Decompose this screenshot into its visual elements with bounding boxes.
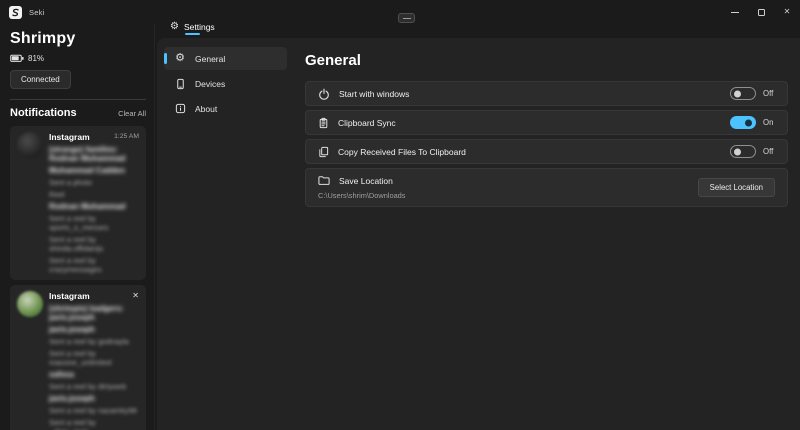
save-location-path: C:\Users\shrim\Downloads: [318, 191, 698, 200]
notification-line: Sent a reel by crazymessages: [49, 256, 139, 274]
active-tab-indicator: [185, 33, 200, 35]
settings-panel: ⚙ General Devices About General Start wi…: [157, 38, 800, 430]
battery-percent: 81%: [28, 54, 44, 63]
tab-bar: ⚙ Settings: [156, 0, 800, 38]
setting-label: Save Location: [339, 176, 393, 186]
sidebar-nav-item-about[interactable]: About: [164, 97, 287, 120]
gear-icon: ⚙: [174, 53, 186, 64]
toggle-switch[interactable]: [730, 145, 756, 158]
info-icon: [174, 103, 186, 114]
toggle-switch[interactable]: [730, 116, 756, 129]
settings-rows: Start with windows Off Clipboard Sync On…: [305, 81, 788, 207]
nav-item-label: About: [195, 104, 217, 114]
toggle-state-label: Off: [763, 89, 775, 98]
device-name: Shrimpy: [10, 30, 146, 48]
setting-row: Save Location C:\Users\shrim\Downloads S…: [305, 168, 788, 207]
setting-row-left: Clipboard Sync: [318, 117, 730, 129]
setting-label: Clipboard Sync: [338, 118, 396, 128]
notification-head: Instagram ✕: [49, 291, 139, 301]
notification-line: Muhammad Cadden: [49, 166, 139, 175]
setting-row-left: Save Location C:\Users\shrim\Downloads: [318, 175, 698, 200]
content-area: ⚙ Settings ⚙ General Devices About Gener…: [156, 0, 800, 430]
notification-body: Instagram 1:25 AM (strange) families: Ro…: [49, 132, 139, 274]
notification-line: javis.joseph: [49, 325, 139, 334]
clear-all-button[interactable]: Clear All: [118, 109, 146, 118]
notification-line: Reel: [49, 190, 139, 199]
avatar: [17, 132, 43, 158]
app-title: Seki: [29, 8, 44, 17]
notification-head: Instagram 1:25 AM: [49, 132, 139, 142]
tab-settings[interactable]: ⚙ Settings: [164, 19, 221, 35]
setting-row: Copy Received Files To Clipboard Off: [305, 139, 788, 164]
copy-icon: [318, 146, 329, 158]
notification-line: Sent a reel by shinda.offidanijs: [49, 235, 139, 253]
tab-settings-label: Settings: [184, 22, 215, 32]
notification-line: Sent a reel by dirtyweb: [49, 382, 139, 391]
selected-indicator: [164, 53, 167, 64]
notification-list: Instagram 1:25 AM (strange) families: Ro…: [10, 126, 146, 430]
phone-icon: [174, 78, 186, 90]
toggle-knob: [734, 90, 741, 97]
toggle-switch[interactable]: [730, 87, 756, 100]
notifications-title: Notifications: [10, 107, 77, 119]
seki-logo-icon: [9, 6, 22, 19]
page-title: General: [305, 52, 788, 69]
toggle-state-label: Off: [763, 147, 775, 156]
toggle-knob: [734, 148, 741, 155]
notification-line: Sent a reel by godnayla: [49, 337, 139, 346]
notification-line: Sent a reel by _chav_javis_: [49, 418, 139, 430]
notification-line: (strange) families: Rodnan Muhammad: [49, 145, 139, 163]
drag-handle[interactable]: [398, 13, 415, 23]
notification-card[interactable]: Instagram 1:25 AM (strange) families: Ro…: [10, 126, 146, 280]
power-icon: [318, 88, 330, 100]
setting-row-right: Off: [730, 145, 775, 158]
notification-line: Sent a reel by nazamky98: [49, 406, 139, 415]
setting-row: Start with windows Off: [305, 81, 788, 106]
settings-gear-icon: ⚙: [170, 22, 179, 32]
sidebar: Shrimpy 81% Connected Notifications Clea…: [0, 24, 155, 430]
settings-main: General Start with windows Off Clipboard…: [293, 38, 800, 430]
setting-label: Start with windows: [339, 89, 409, 99]
battery-status: 81%: [10, 54, 146, 63]
notification-close-icon[interactable]: ✕: [132, 292, 139, 300]
nav-item-label: Devices: [195, 79, 225, 89]
connection-status-badge: Connected: [10, 70, 71, 89]
toggle-state-label: On: [763, 118, 775, 127]
notification-line: javis.joseph: [49, 394, 139, 403]
setting-row-right: Off: [730, 87, 775, 100]
setting-label-row: Save Location: [318, 175, 698, 186]
folder-icon: [318, 175, 330, 186]
notification-line: Sent a reel by massive_unlimited: [49, 349, 139, 367]
clipboard-icon: [318, 117, 329, 129]
notification-line: Sent a reel by sports_o_messes: [49, 214, 139, 232]
setting-row-right: On: [730, 116, 775, 129]
sidebar-divider: [10, 99, 146, 100]
notification-line: Sent a photo: [49, 178, 139, 187]
notification-line: Rodnan Muhammad: [49, 202, 139, 211]
notification-line: (shrimpis) badgers: javis.joseph: [49, 304, 139, 322]
battery-icon: [10, 54, 24, 63]
nav-item-label: General: [195, 54, 225, 64]
select-location-button[interactable]: Select Location: [698, 178, 775, 197]
setting-label: Copy Received Files To Clipboard: [338, 147, 466, 157]
notifications-header: Notifications Clear All: [10, 107, 146, 119]
notification-line: safesa: [49, 370, 139, 379]
setting-row: Clipboard Sync On: [305, 110, 788, 135]
notification-app: Instagram: [49, 132, 90, 142]
notification-body: Instagram ✕ (shrimpis) badgers: javis.jo…: [49, 291, 139, 430]
notification-app: Instagram: [49, 291, 90, 301]
notification-card[interactable]: Instagram ✕ (shrimpis) badgers: javis.jo…: [10, 285, 146, 430]
toggle-knob: [745, 119, 752, 126]
drag-handle-dash: [403, 18, 411, 19]
setting-row-left: Start with windows: [318, 88, 730, 100]
notification-time: 1:25 AM: [114, 133, 139, 140]
app-window: Seki ✕ Shrimpy 81% Connected Notificatio…: [0, 0, 800, 430]
setting-row-left: Copy Received Files To Clipboard: [318, 146, 730, 158]
settings-nav: ⚙ General Devices About: [157, 38, 293, 430]
sidebar-nav-item-general[interactable]: ⚙ General: [164, 47, 287, 70]
avatar: [17, 291, 43, 317]
sidebar-nav-item-devices[interactable]: Devices: [164, 72, 287, 95]
